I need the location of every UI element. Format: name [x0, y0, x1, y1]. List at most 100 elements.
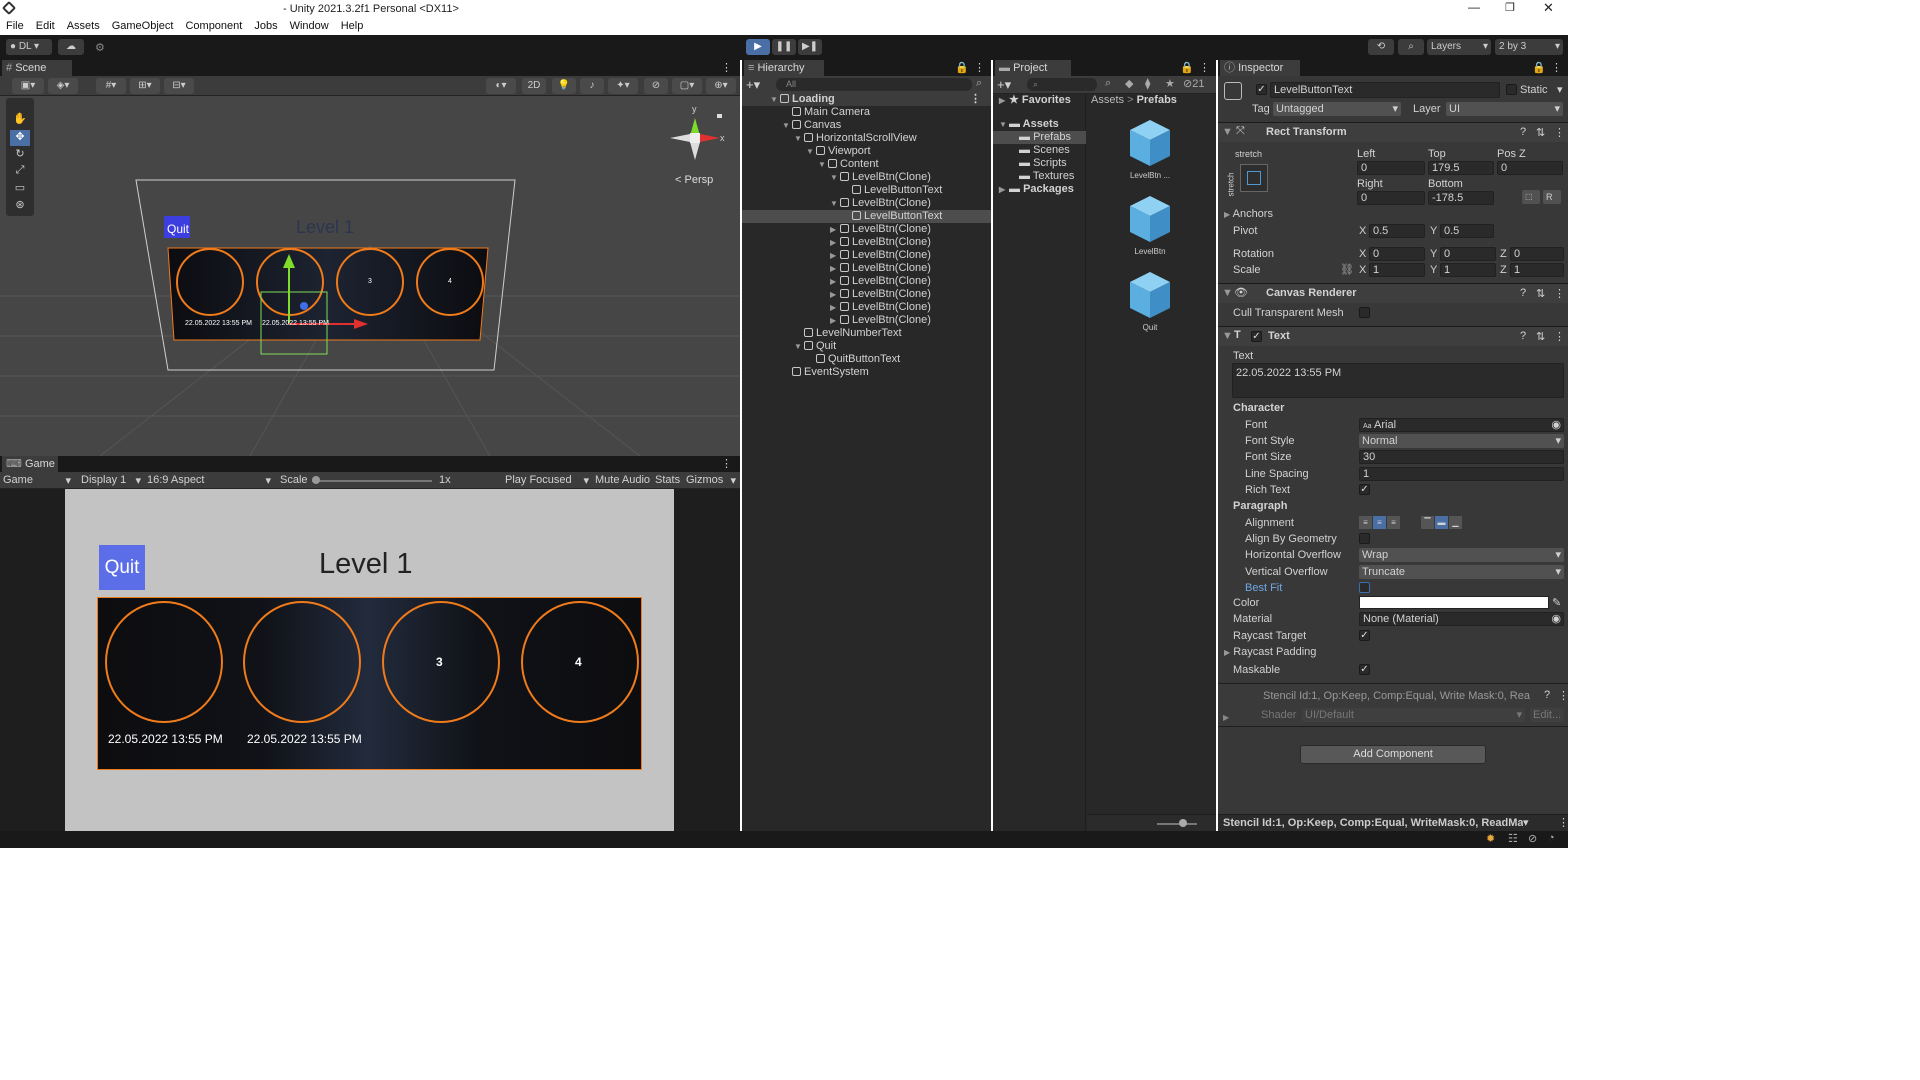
scene-viewport[interactable] — [0, 96, 740, 456]
foldout-arrow-icon[interactable]: ▼ — [830, 171, 840, 184]
foldout-arrow-icon[interactable]: ▼ — [782, 119, 792, 132]
rich-text-checkbox[interactable]: ✓ — [1359, 484, 1370, 495]
camera-button[interactable]: ▢▾ — [672, 78, 702, 94]
play-button[interactable]: ▶ — [746, 39, 770, 55]
font-size-field[interactable]: 30 — [1359, 450, 1564, 464]
visibility-button[interactable]: ⊘ — [644, 78, 668, 94]
tab-inspector[interactable]: ⓘ Inspector — [1220, 60, 1300, 76]
prefab-quit[interactable]: Quit — [1123, 270, 1177, 332]
more-icon[interactable]: ⋮ — [974, 61, 985, 74]
hierarchy-item[interactable]: ▼ Quit — [742, 340, 991, 353]
cache-server-icon[interactable]: ☷ — [1508, 832, 1518, 845]
hierarchy-item[interactable]: ▶ LevelBtn(Clone) — [742, 275, 991, 288]
hierarchy-item[interactable]: ▼ Content — [742, 158, 991, 171]
preset-icon[interactable]: ⇅ — [1536, 330, 1545, 343]
create-button[interactable]: +▾ — [746, 77, 760, 93]
snap-button[interactable]: ⊟▾ — [164, 78, 194, 94]
menu-file[interactable]: File — [0, 18, 30, 35]
color-swatch[interactable] — [1359, 596, 1549, 609]
level-button-2[interactable] — [243, 601, 361, 723]
layer-dropdown[interactable]: UI ▾ — [1446, 102, 1563, 116]
lock-icon[interactable]: 🔒 — [1532, 61, 1546, 74]
rot-x-field[interactable]: 0 — [1369, 247, 1425, 261]
lock-icon[interactable]: 🔒 — [955, 61, 969, 74]
left-field[interactable]: 0 — [1357, 161, 1425, 175]
close-icon[interactable]: ✕ — [1543, 0, 1554, 16]
scale-y-field[interactable]: 1 — [1440, 263, 1496, 277]
minimize-icon[interactable]: — — [1468, 0, 1480, 14]
text-enabled-checkbox[interactable]: ✓ — [1251, 331, 1262, 342]
font-style-dropdown[interactable]: Normal ▾ — [1359, 434, 1564, 448]
anchors-foldout[interactable]: ▶ Anchors — [1224, 208, 1273, 220]
scale-z-field[interactable]: 1 — [1510, 263, 1564, 277]
text-value-area[interactable]: 22.05.2022 13:55 PM — [1232, 363, 1564, 398]
lighting-button[interactable]: 💡 — [552, 78, 576, 94]
menu-component[interactable]: Component — [179, 18, 248, 35]
game-scroll-view[interactable]: 3 4 22.05.2022 13:55 PM 22.05.2022 13:55… — [97, 597, 642, 770]
hierarchy-item[interactable]: ▼ HorizontalScrollView — [742, 132, 991, 145]
hierarchy-item[interactable]: ▼ Canvas — [742, 119, 991, 132]
scale-x-field[interactable]: 1 — [1369, 263, 1425, 277]
component-menu-icon[interactable]: ⋮ — [1558, 689, 1568, 702]
constrain-scale-icon[interactable]: ⛓ — [1340, 263, 1354, 276]
hierarchy-item[interactable]: ▶ LevelBtn(Clone) — [742, 236, 991, 249]
foldout-arrow-icon[interactable]: ▼ — [830, 197, 840, 210]
undo-history-button[interactable]: ⟲ — [1368, 39, 1394, 55]
hierarchy-item[interactable]: ▼ LevelBtn(Clone) — [742, 171, 991, 184]
pivot-x-field[interactable]: 0.5 — [1369, 224, 1425, 238]
render-mode-button[interactable]: ◈▾ — [48, 78, 78, 94]
hierarchy-search-input[interactable]: All — [776, 78, 972, 91]
component-menu-icon[interactable]: ⋮ — [1554, 126, 1565, 139]
hierarchy-item[interactable]: ▶ LevelBtn(Clone) — [742, 301, 991, 314]
tab-hierarchy[interactable]: ≡ Hierarchy — [744, 60, 824, 76]
hierarchy-item[interactable]: ▶ LevelBtn(Clone) — [742, 249, 991, 262]
mode-2d-button[interactable]: 2D — [522, 78, 546, 94]
menu-assets[interactable]: Assets — [61, 18, 106, 35]
shader-dropdown[interactable]: UI/Default ▾ — [1302, 708, 1525, 722]
game-quit-button[interactable]: Quit — [99, 545, 145, 590]
hierarchy-item[interactable]: QuitButtonText — [742, 353, 991, 366]
pivot-y-field[interactable]: 0.5 — [1440, 224, 1494, 238]
tag-dropdown[interactable]: Untagged ▾ — [1273, 102, 1401, 116]
eyedropper-icon[interactable]: ✎ — [1552, 596, 1561, 609]
hierarchy-item[interactable]: ▶ LevelBtn(Clone) — [742, 288, 991, 301]
stats-toggle[interactable]: Stats — [655, 474, 680, 486]
active-checkbox[interactable]: ✓ — [1256, 84, 1267, 95]
more-icon[interactable]: ⋮ — [721, 457, 732, 470]
raycast-padding-foldout[interactable]: ▶ Raycast Padding — [1224, 646, 1316, 658]
hierarchy-item[interactable]: ▼ Viewport — [742, 145, 991, 158]
align-left-button[interactable]: ≡ — [1359, 516, 1372, 529]
step-button[interactable]: ▶❚ — [798, 39, 822, 55]
layout-dropdown[interactable]: 2 by 3 ▾ — [1495, 39, 1563, 55]
settings-icon[interactable]: ◔ — [1548, 832, 1555, 844]
cloud-button[interactable]: ☁ — [58, 39, 84, 55]
game-mode-dropdown[interactable]: Game ▾ — [3, 474, 71, 487]
folder-scripts[interactable]: ▬ Scripts — [1019, 157, 1067, 170]
object-picker-icon[interactable]: ◉ — [1551, 613, 1561, 625]
level-button-1[interactable] — [105, 601, 223, 723]
foldout-arrow-icon[interactable]: ▶ — [830, 236, 840, 249]
star-icon[interactable]: ★ — [1165, 77, 1175, 90]
material-field[interactable]: None (Material) ◉ — [1359, 612, 1564, 626]
more-icon[interactable]: ⋮ — [1199, 61, 1210, 74]
help-icon[interactable]: ? — [1520, 330, 1526, 342]
menu-jobs[interactable]: Jobs — [248, 18, 283, 35]
packages-folder[interactable]: ▶ ▬ Packages — [999, 183, 1074, 196]
game-view[interactable]: Quit Level 1 3 4 22.05.2022 13:55 PM 22.… — [65, 489, 674, 831]
foldout-arrow-icon[interactable]: ▼ — [806, 145, 816, 158]
favorites-item[interactable]: ▶ ★ Favorites — [999, 94, 1071, 107]
draw-mode-button[interactable]: ▣▾ — [12, 78, 44, 94]
gizmos-dropdown[interactable]: Gizmos ▾ — [686, 474, 736, 487]
menu-edit[interactable]: Edit — [30, 18, 61, 35]
align-right-button[interactable]: ≡ — [1387, 516, 1400, 529]
hierarchy-item[interactable]: ▶ LevelBtn(Clone) — [742, 262, 991, 275]
hierarchy-item[interactable]: ▼ LevelBtn(Clone) — [742, 197, 991, 210]
layers-dropdown[interactable]: Layers ▾ — [1427, 39, 1491, 55]
prefab-levelbtn[interactable]: LevelBtn — [1123, 194, 1177, 256]
foldout-arrow-icon[interactable]: ▶ — [830, 262, 840, 275]
align-middle-button[interactable]: ▬ — [1435, 516, 1448, 529]
create-asset-button[interactable]: +▾ — [997, 77, 1011, 93]
static-dropdown-icon[interactable]: ▾ — [1557, 83, 1563, 96]
add-component-button[interactable]: Add Component — [1300, 745, 1486, 764]
more-icon[interactable]: ⋮ — [721, 61, 732, 74]
